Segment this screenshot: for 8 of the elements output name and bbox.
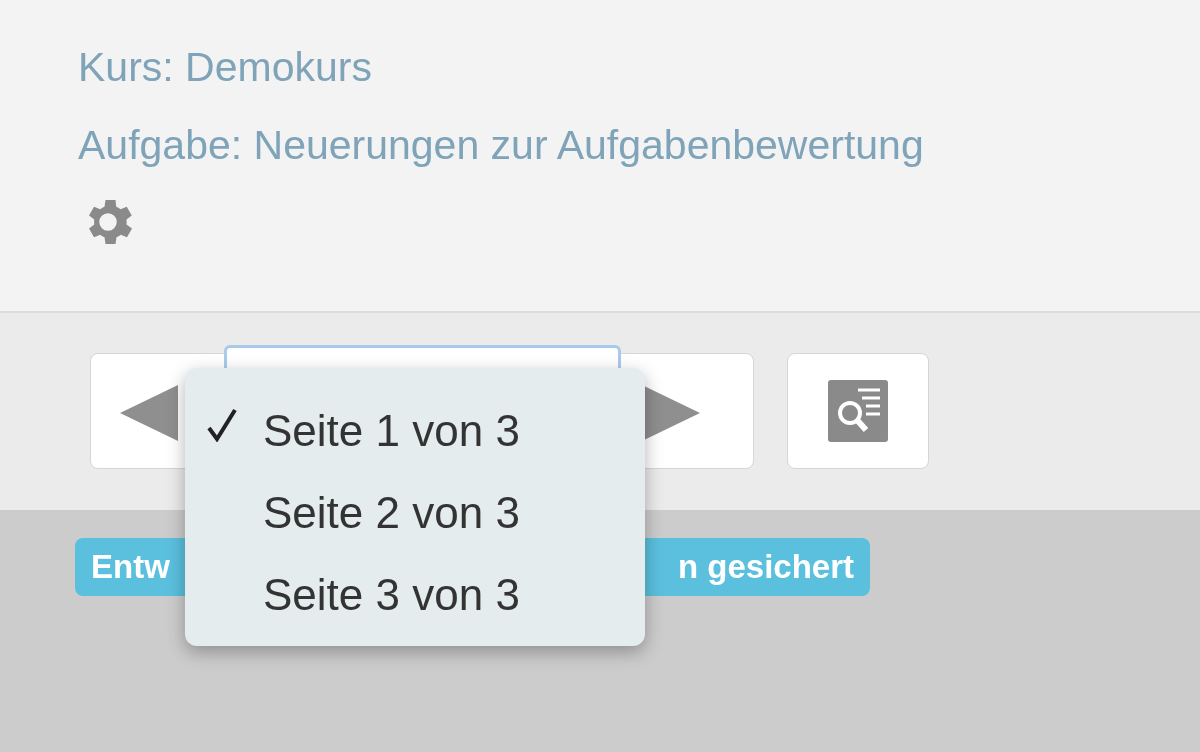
menu-item[interactable]: Seite 2 von 3 bbox=[263, 480, 520, 546]
preview-button[interactable] bbox=[787, 353, 929, 469]
previous-page-icon[interactable] bbox=[118, 383, 178, 443]
status-text: n gesichert bbox=[677, 547, 854, 588]
status-text: Entw bbox=[91, 547, 170, 588]
menu-item[interactable]: Seite 3 von 3 bbox=[263, 562, 520, 628]
document-search-icon bbox=[828, 380, 888, 442]
menu-item[interactable]: Seite 1 von 3 bbox=[263, 398, 520, 464]
